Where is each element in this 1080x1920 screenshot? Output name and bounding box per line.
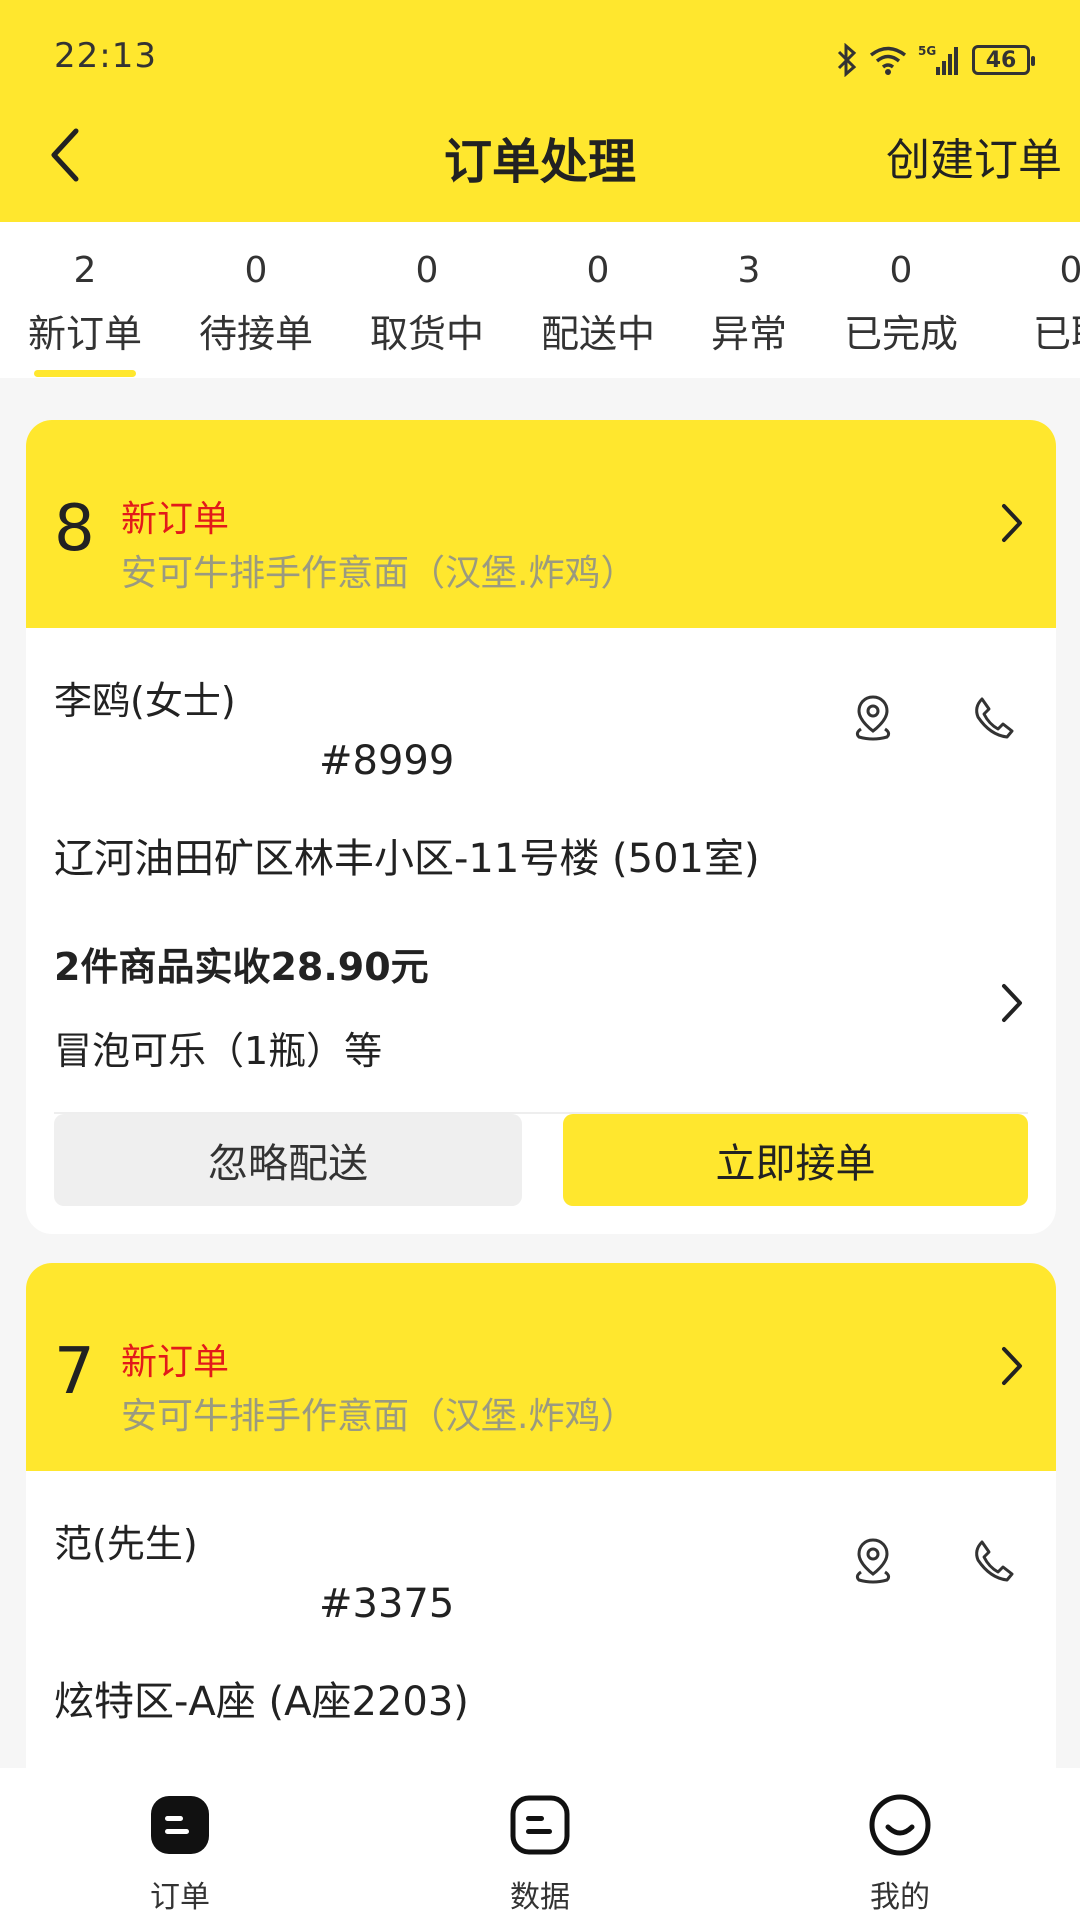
signal-icon: 5G <box>918 44 958 75</box>
order-summary: 2件商品实收28.90元 <box>54 945 429 989</box>
top-bar: 22:13 5G 46 订单处理 创建订单 <box>0 0 1080 222</box>
accept-order-button[interactable]: 立即接单 <box>563 1114 1028 1206</box>
tab-count: 0 <box>586 250 610 291</box>
location-button[interactable] <box>843 1531 903 1591</box>
tab-label: 已完成 <box>843 312 958 356</box>
nav-orders[interactable]: 订单 <box>100 1792 260 1916</box>
location-pin-icon <box>855 695 891 741</box>
phone-icon <box>975 1540 1014 1582</box>
svg-text:5G: 5G <box>918 44 936 58</box>
tab-label: 配送中 <box>540 312 655 356</box>
battery-level: 46 <box>985 47 1017 73</box>
wifi-icon <box>869 46 907 75</box>
order-code: #8999 <box>319 738 455 784</box>
nav-data[interactable]: 数据 <box>460 1792 620 1916</box>
order-items: 冒泡可乐（1瓶）等 <box>54 1029 383 1073</box>
tab-count: 2 <box>73 250 97 291</box>
battery-icon: 46 <box>972 45 1035 75</box>
create-order-button[interactable]: 创建订单 <box>886 124 1062 188</box>
order-icon <box>100 1792 260 1858</box>
customer-name: 李鸥(女士) <box>54 679 236 723</box>
status-time: 22:13 <box>54 36 157 76</box>
status-icons: 5G 46 <box>836 40 1035 80</box>
order-number: 8 <box>54 492 95 566</box>
tab-label: 取货中 <box>369 312 484 356</box>
order-card-header[interactable]: 7 新订单 安可牛排手作意面（汉堡.炸鸡） <box>26 1263 1056 1471</box>
order-code: #3375 <box>319 1581 455 1627</box>
tab-count: 0 <box>415 250 439 291</box>
tab-label: 异常 <box>710 312 787 356</box>
bottom-navigation: 订单 数据 我的 <box>0 1768 1080 1920</box>
delivery-address: 炫特区-A座 (A座2203) <box>54 1679 469 1725</box>
tab-count: 3 <box>737 250 761 291</box>
tab-label: 新订单 <box>27 312 142 356</box>
shop-name: 安可牛排手作意面（汉堡.炸鸡） <box>121 553 637 594</box>
chevron-right-icon <box>1000 502 1024 548</box>
location-pin-icon <box>855 1538 891 1584</box>
tab-picking-up[interactable]: 0 取货中 <box>362 250 492 358</box>
shop-name: 安可牛排手作意面（汉堡.炸鸡） <box>121 1396 637 1437</box>
tab-cancelled[interactable]: 0 已取 <box>1006 250 1080 358</box>
phone-icon <box>975 697 1014 739</box>
tab-count: 0 <box>889 250 913 291</box>
bluetooth-icon <box>837 43 857 77</box>
tab-exception[interactable]: 3 异常 <box>684 250 814 358</box>
tab-new-orders[interactable]: 2 新订单 <box>20 250 150 358</box>
profile-icon <box>820 1792 980 1858</box>
tab-pending-accept[interactable]: 0 待接单 <box>191 250 321 358</box>
tab-completed[interactable]: 0 已完成 <box>836 250 966 358</box>
data-icon <box>460 1792 620 1858</box>
ignore-delivery-button[interactable]: 忽略配送 <box>54 1114 522 1206</box>
nav-profile[interactable]: 我的 <box>820 1792 980 1916</box>
tab-label: 待接单 <box>198 312 313 356</box>
location-button[interactable] <box>843 688 903 748</box>
nav-label: 我的 <box>870 1880 930 1915</box>
items-detail-button[interactable] <box>1000 982 1024 1028</box>
call-button[interactable] <box>964 1531 1024 1591</box>
call-button[interactable] <box>964 688 1024 748</box>
order-card: 8 新订单 安可牛排手作意面（汉堡.炸鸡） 李鸥(女士) #8999 辽河油田矿… <box>26 420 1056 1234</box>
tab-delivering[interactable]: 0 配送中 <box>533 250 663 358</box>
delivery-address: 辽河油田矿区林丰小区-11号楼 (501室) <box>54 836 760 882</box>
order-number: 7 <box>54 1335 95 1409</box>
order-status: 新订单 <box>121 1342 230 1383</box>
active-tab-indicator <box>34 370 136 377</box>
chevron-right-icon <box>1000 1345 1024 1391</box>
nav-label: 订单 <box>150 1880 210 1915</box>
customer-name: 范(先生) <box>54 1522 198 1566</box>
nav-label: 数据 <box>510 1880 570 1915</box>
tab-label: 已取 <box>1032 312 1080 356</box>
order-status: 新订单 <box>121 499 230 540</box>
tab-count: 0 <box>244 250 268 291</box>
chevron-right-icon <box>1002 984 1022 1022</box>
tab-count: 0 <box>1059 250 1080 291</box>
order-card-header[interactable]: 8 新订单 安可牛排手作意面（汉堡.炸鸡） <box>26 420 1056 628</box>
order-status-tabs: 2 新订单 0 待接单 0 取货中 0 配送中 3 异常 0 已完成 0 已取 <box>0 222 1080 378</box>
